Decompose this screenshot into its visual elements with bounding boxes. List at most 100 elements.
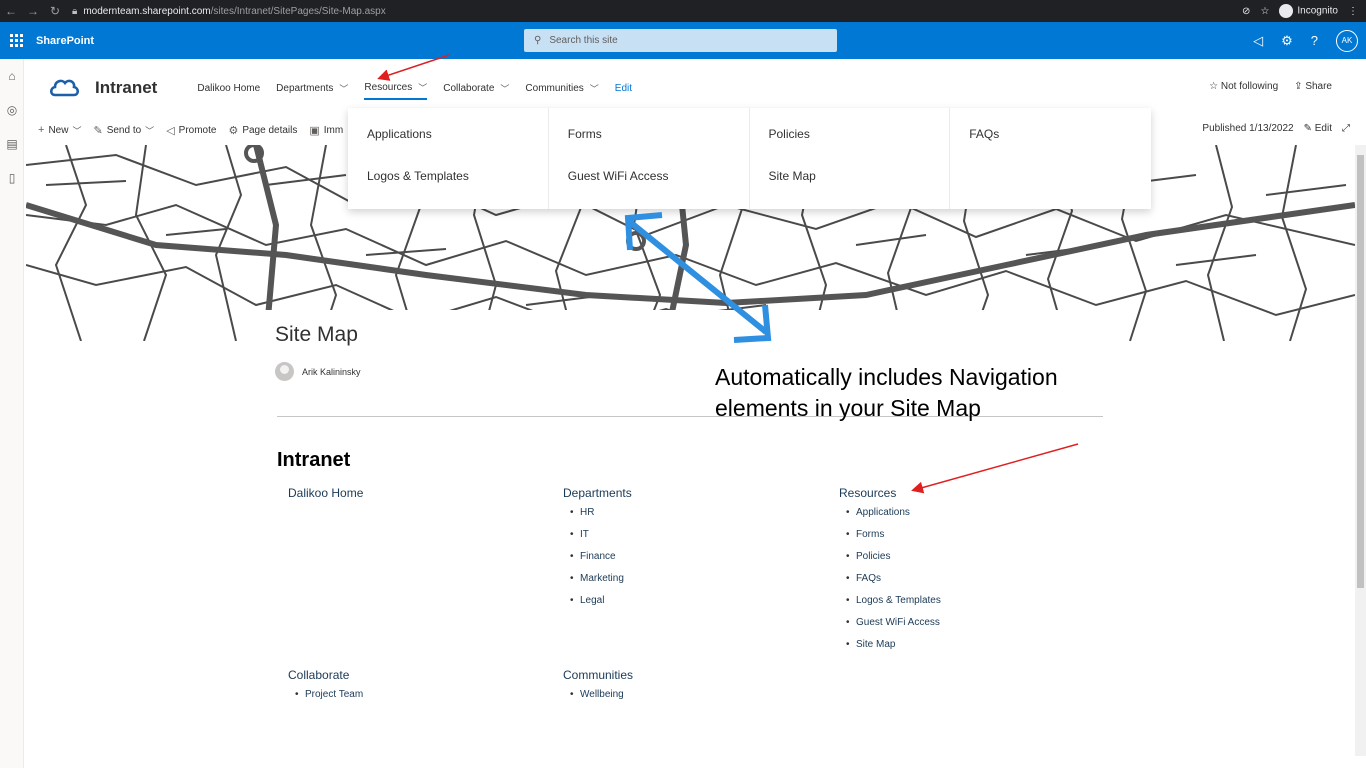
- document-icon[interactable]: ▯: [0, 161, 24, 195]
- list-item[interactable]: Finance: [570, 551, 632, 573]
- nav-label: Communities: [525, 82, 584, 94]
- url-path: /sites/Intranet/SitePages/Site-Map.aspx: [210, 5, 386, 17]
- list-item[interactable]: Logos & Templates: [846, 595, 941, 617]
- scrollbar-thumb[interactable]: [1357, 155, 1364, 588]
- chevron-down-icon: ﹀: [418, 82, 428, 93]
- sitemap-heading-collaborate[interactable]: Collaborate: [288, 668, 363, 682]
- new-label: New: [48, 124, 69, 136]
- globe-icon[interactable]: ◎: [0, 93, 24, 127]
- menu-item-guest-wifi[interactable]: Guest WiFi Access: [568, 169, 749, 211]
- search-input[interactable]: ⚲ Search this site: [524, 29, 837, 52]
- menu-item-applications[interactable]: Applications: [367, 127, 548, 169]
- follow-button[interactable]: ☆ Not following: [1209, 81, 1278, 92]
- nav-label: Collaborate: [443, 82, 495, 94]
- sitemap-column-departments: Departments HR IT Finance Marketing Lega…: [563, 486, 632, 617]
- browser-menu-icon[interactable]: ⋮: [1348, 6, 1358, 17]
- share-icon: ⇪: [1294, 81, 1306, 92]
- list-item[interactable]: Applications: [846, 507, 941, 529]
- top-navigation: Dalikoo Home Departments ﹀ Resources ﹀ Col…: [197, 77, 632, 100]
- edit-page-button[interactable]: ✎ Edit: [1304, 123, 1332, 134]
- nav-item-communities[interactable]: Communities ﹀: [525, 78, 598, 99]
- list-item[interactable]: FAQs: [846, 573, 941, 595]
- list-item[interactable]: Project Team: [295, 689, 363, 711]
- gear-icon[interactable]: ⚙: [1281, 33, 1293, 49]
- site-title[interactable]: Intranet: [95, 78, 157, 98]
- list-item[interactable]: HR: [570, 507, 632, 529]
- pencil-icon: ✎: [1303, 123, 1315, 134]
- share-button[interactable]: ⇪ Share: [1294, 81, 1332, 92]
- promote-button[interactable]: ◁ Promote: [166, 124, 216, 137]
- nav-item-departments[interactable]: Departments ﹀: [276, 78, 348, 99]
- reload-icon[interactable]: ↻: [44, 4, 66, 18]
- list-item[interactable]: Guest WiFi Access: [846, 617, 941, 639]
- sitemap-heading-communities[interactable]: Communities: [563, 668, 633, 682]
- list-item[interactable]: Policies: [846, 551, 941, 573]
- expand-icon[interactable]: ⤢: [1342, 123, 1350, 134]
- search-placeholder: Search this site: [549, 35, 618, 46]
- menu-item-forms[interactable]: Forms: [568, 127, 749, 169]
- immersive-label: Imm: [323, 124, 344, 136]
- send-to-label: Send to: [106, 124, 142, 136]
- list-item[interactable]: Wellbeing: [570, 689, 633, 711]
- red-arrow-resources-sitemap: [911, 443, 1079, 494]
- nav-label: Dalikoo Home: [197, 82, 261, 94]
- bookmark-star-icon[interactable]: ☆: [1260, 6, 1269, 17]
- chevron-down-icon: ﹀: [72, 125, 82, 136]
- page-title: Site Map: [275, 323, 358, 346]
- sitemap-heading-departments[interactable]: Departments: [563, 486, 632, 500]
- cloud-logo-icon[interactable]: [48, 74, 80, 102]
- list-item[interactable]: Legal: [570, 595, 632, 617]
- page-details-button[interactable]: ⚙ Page details: [228, 124, 297, 137]
- chevron-down-icon: ﹀: [500, 83, 510, 94]
- list-item[interactable]: IT: [570, 529, 632, 551]
- star-icon: ☆: [1209, 81, 1221, 92]
- help-icon[interactable]: ?: [1311, 33, 1318, 48]
- app-rail: ⌂ ◎ ▤ ▯: [0, 59, 24, 768]
- annotation-callout: Automatically includes Navigation elemen…: [715, 364, 1058, 421]
- incognito-icon: [1279, 4, 1294, 18]
- send-to-button[interactable]: ✎ Send to ﹀: [93, 124, 154, 137]
- edit-label: Edit: [1314, 123, 1332, 134]
- mega-menu-column: FAQs: [950, 108, 1151, 209]
- suite-app-name[interactable]: SharePoint: [36, 35, 94, 47]
- address-bar[interactable]: 🔒︎ modernteam.sharepoint.com/sites/Intra…: [72, 6, 386, 17]
- nav-item-collaborate[interactable]: Collaborate ﹀: [443, 78, 509, 99]
- menu-item-policies[interactable]: Policies: [769, 127, 950, 169]
- forward-icon[interactable]: →: [22, 4, 44, 18]
- sitemap-heading: Intranet: [277, 449, 351, 471]
- nav-edit-link[interactable]: Edit: [615, 79, 632, 98]
- home-icon[interactable]: ⌂: [0, 59, 24, 93]
- profile-button[interactable]: Incognito: [1279, 4, 1338, 18]
- nav-label: Resources: [364, 81, 413, 93]
- reader-icon: ▣: [309, 124, 320, 137]
- lock-icon: 🔒︎: [72, 5, 78, 17]
- new-button[interactable]: + New ﹀: [38, 124, 81, 137]
- tracking-off-icon[interactable]: ⊘: [1242, 6, 1250, 17]
- nav-item-resources[interactable]: Resources ﹀: [364, 77, 428, 100]
- list-item[interactable]: Marketing: [570, 573, 632, 595]
- nav-item-dalikoo-home[interactable]: Dalikoo Home: [197, 79, 260, 98]
- sitemap-link-dalikoo-home[interactable]: Dalikoo Home: [288, 486, 363, 500]
- feedback-icon[interactable]: ◁: [1253, 33, 1263, 49]
- author-name: Arik Kalininsky: [302, 366, 361, 377]
- immersive-reader-button[interactable]: ▣ Imm: [309, 124, 343, 137]
- published-status: Published 1/13/2022: [1202, 123, 1294, 134]
- mega-menu-column: Applications Logos & Templates: [348, 108, 549, 209]
- chevron-down-icon: ﹀: [339, 83, 349, 94]
- menu-item-site-map[interactable]: Site Map: [769, 169, 950, 211]
- scrollbar[interactable]: [1355, 145, 1366, 756]
- plus-icon: +: [38, 124, 45, 136]
- list-item[interactable]: Site Map: [846, 639, 941, 661]
- author-byline[interactable]: Arik Kalininsky: [275, 362, 361, 381]
- menu-item-logos-templates[interactable]: Logos & Templates: [367, 169, 548, 211]
- user-avatar[interactable]: AK: [1336, 29, 1358, 52]
- news-icon[interactable]: ▤: [0, 127, 24, 161]
- chevron-down-icon: ﹀: [589, 83, 599, 94]
- list-item[interactable]: Forms: [846, 529, 941, 551]
- app-launcher-icon[interactable]: [4, 34, 28, 47]
- menu-item-faqs[interactable]: FAQs: [969, 127, 1151, 169]
- sitemap-column-resources: Resources Applications Forms Policies FA…: [839, 486, 941, 661]
- sitemap-heading-resources[interactable]: Resources: [839, 486, 941, 500]
- back-icon[interactable]: ←: [0, 4, 22, 18]
- title-region-card: [262, 310, 1104, 342]
